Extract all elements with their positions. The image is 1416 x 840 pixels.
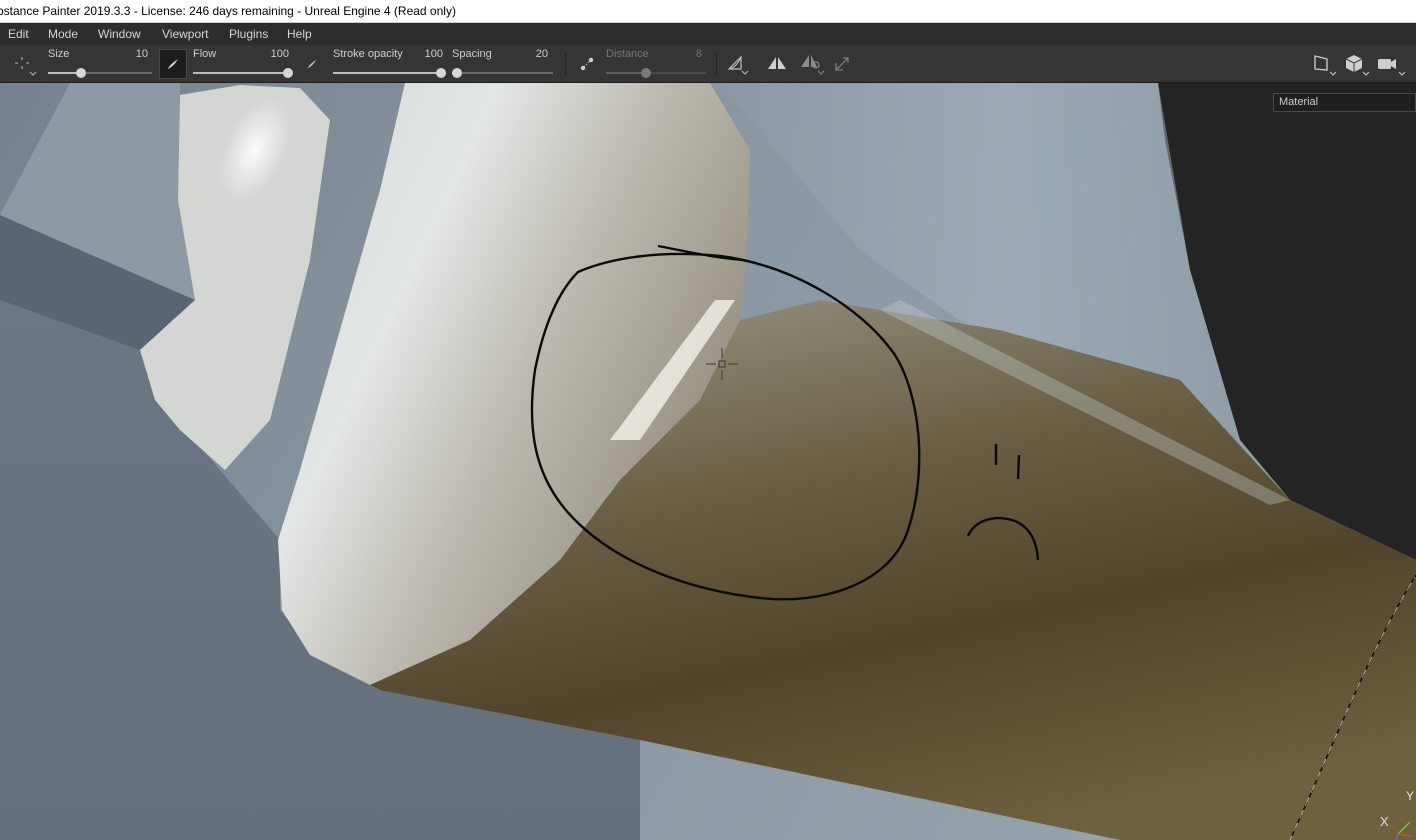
flow-slider-thumb[interactable] bbox=[283, 68, 293, 78]
toolbar-separator bbox=[716, 53, 717, 75]
flow-value[interactable]: 100 bbox=[250, 48, 289, 60]
stroke-opacity-slider-track[interactable] bbox=[333, 68, 446, 78]
spacing-label: Spacing bbox=[452, 48, 492, 60]
window-title: bstance Painter 2019.3.3 - License: 246 … bbox=[0, 4, 456, 18]
menu-help[interactable]: Help bbox=[285, 23, 314, 45]
menu-mode[interactable]: Mode bbox=[46, 23, 80, 45]
transform-gizmo-icon[interactable] bbox=[832, 53, 852, 75]
brush-icon bbox=[168, 59, 178, 69]
view-2d-icon[interactable] bbox=[1311, 53, 1339, 77]
stroke-opacity-value[interactable]: 100 bbox=[412, 48, 443, 60]
stroke-preset-icon[interactable] bbox=[304, 55, 320, 73]
spacing-slider-thumb[interactable] bbox=[452, 68, 463, 78]
gizmo-y-label: Y bbox=[1406, 789, 1415, 803]
distance-value: 8 bbox=[695, 48, 702, 60]
flow-slider-track[interactable] bbox=[193, 68, 293, 78]
view-3d-icon[interactable] bbox=[1343, 53, 1371, 77]
stroke-opacity-slider-thumb[interactable] bbox=[436, 68, 446, 78]
distance-slider-fill bbox=[606, 72, 646, 74]
display-channel-dropdown[interactable]: Material bbox=[1273, 93, 1416, 112]
stroke-opacity-label: Stroke opacity bbox=[333, 48, 403, 60]
size-value[interactable]: 10 bbox=[112, 48, 148, 60]
menu-viewport[interactable]: Viewport bbox=[160, 23, 210, 45]
menu-plugins[interactable]: Plugins bbox=[227, 23, 270, 45]
transform-icon[interactable] bbox=[10, 52, 40, 78]
camera-icon[interactable] bbox=[1376, 53, 1408, 77]
size-slider-track[interactable] bbox=[48, 68, 152, 78]
title-bar: bstance Painter 2019.3.3 - License: 246 … bbox=[0, 0, 1416, 23]
tool-properties-bar: Size 10 Flow 100 Stroke opacity 100 Spac… bbox=[0, 45, 1416, 83]
distance-label: Distance bbox=[606, 48, 649, 60]
size-slider-thumb[interactable] bbox=[76, 68, 87, 78]
brush-alpha-button[interactable] bbox=[159, 49, 187, 79]
flow-label: Flow bbox=[193, 48, 217, 60]
display-channel-value: Material bbox=[1279, 96, 1319, 108]
lazy-mouse-icon[interactable] bbox=[576, 53, 598, 75]
gizmo-x-label: X bbox=[1380, 814, 1389, 829]
pressure-curve-icon[interactable] bbox=[724, 53, 750, 75]
stroke-opacity-slider-fill bbox=[333, 72, 441, 74]
toolbar-separator bbox=[565, 53, 566, 75]
spacing-value[interactable]: 20 bbox=[518, 48, 548, 60]
3d-viewport[interactable]: X Y bbox=[0, 83, 1416, 840]
spacing-slider-track[interactable] bbox=[452, 68, 553, 78]
menu-edit[interactable]: Edit bbox=[6, 23, 31, 45]
size-label: Size bbox=[48, 48, 70, 60]
symmetry-settings-icon[interactable] bbox=[799, 53, 827, 75]
distance-slider-track bbox=[606, 68, 706, 78]
menu-window[interactable]: Window bbox=[96, 23, 143, 45]
menu-bar: Edit Mode Window Viewport Plugins Help bbox=[0, 23, 1416, 45]
distance-slider-thumb bbox=[641, 68, 651, 78]
flow-slider-fill bbox=[193, 72, 288, 74]
symmetry-icon[interactable] bbox=[765, 53, 789, 75]
viewport-scene bbox=[0, 83, 1416, 840]
